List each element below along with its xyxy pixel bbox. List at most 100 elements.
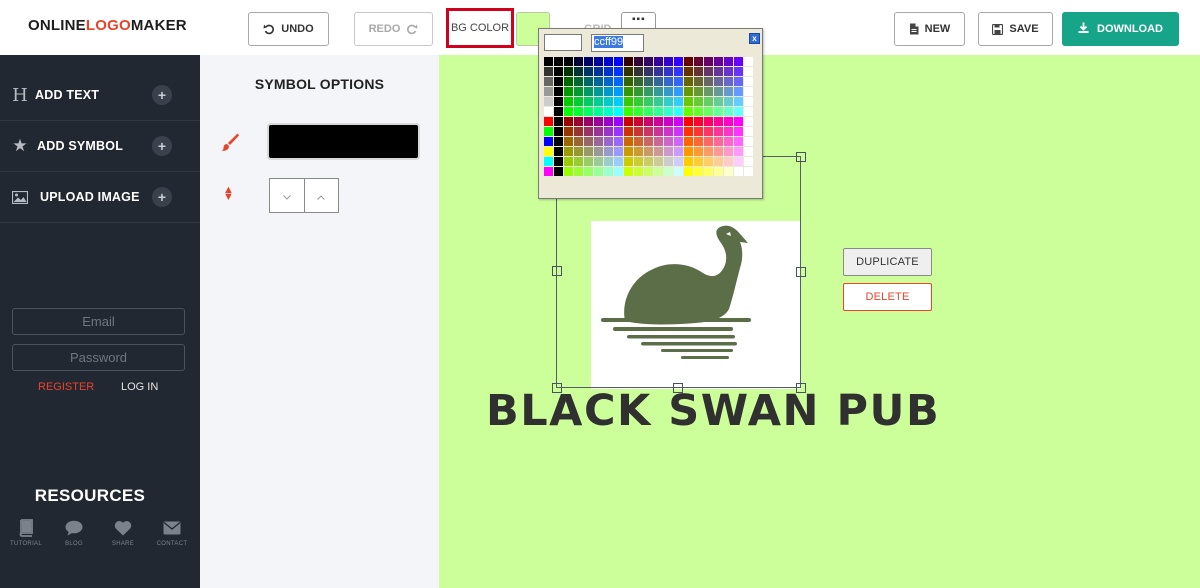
palette-swatch[interactable]: [714, 107, 724, 117]
palette-swatch[interactable]: [564, 167, 574, 177]
palette-swatch[interactable]: [584, 97, 594, 107]
plus-icon[interactable]: +: [152, 136, 172, 156]
palette-swatch[interactable]: [694, 147, 704, 157]
palette-swatch[interactable]: [704, 117, 714, 127]
palette-swatch[interactable]: [624, 67, 634, 77]
palette-swatch[interactable]: [584, 167, 594, 177]
palette-swatch[interactable]: [724, 57, 734, 67]
palette-swatch[interactable]: [664, 77, 674, 87]
palette-swatch[interactable]: [704, 147, 714, 157]
sidebar-item-add-text[interactable]: H ADD TEXT +: [0, 70, 200, 121]
palette-swatch[interactable]: [664, 57, 674, 67]
palette-swatch[interactable]: [704, 97, 714, 107]
palette-swatch[interactable]: [564, 147, 574, 157]
palette-swatch[interactable]: [554, 137, 564, 147]
download-button[interactable]: DOWNLOAD: [1062, 12, 1179, 46]
palette-swatch[interactable]: [704, 87, 714, 97]
palette-swatch[interactable]: [644, 147, 654, 157]
palette-swatch[interactable]: [704, 107, 714, 117]
palette-swatch[interactable]: [544, 97, 554, 107]
palette-swatch[interactable]: [684, 57, 694, 67]
palette-swatch[interactable]: [714, 137, 724, 147]
duplicate-button[interactable]: DUPLICATE: [843, 248, 932, 276]
palette-swatch[interactable]: [644, 97, 654, 107]
palette-swatch[interactable]: [554, 117, 564, 127]
palette-swatch[interactable]: [684, 117, 694, 127]
palette-swatch[interactable]: [604, 87, 614, 97]
new-button[interactable]: NEW: [894, 12, 965, 46]
close-icon[interactable]: x: [749, 33, 760, 44]
resize-handle-left[interactable]: [552, 266, 562, 276]
palette-swatch[interactable]: [734, 157, 744, 167]
palette-swatch[interactable]: [604, 117, 614, 127]
palette-swatch[interactable]: [674, 147, 684, 157]
palette-swatch[interactable]: [644, 57, 654, 67]
palette-swatch[interactable]: [544, 117, 554, 127]
palette-swatch[interactable]: [574, 127, 584, 137]
palette-swatch[interactable]: [554, 97, 564, 107]
palette-swatch[interactable]: [614, 67, 624, 77]
resource-tutorial[interactable]: TUTORIAL: [4, 517, 48, 547]
palette-swatch[interactable]: [654, 67, 664, 77]
palette-swatch[interactable]: [674, 167, 684, 177]
palette-swatch[interactable]: [584, 67, 594, 77]
palette-swatch[interactable]: [644, 137, 654, 147]
palette-swatch[interactable]: [604, 77, 614, 87]
palette-swatch[interactable]: [554, 67, 564, 77]
palette-swatch[interactable]: [604, 157, 614, 167]
password-input[interactable]: [12, 344, 185, 371]
palette-swatch[interactable]: [574, 87, 584, 97]
palette-swatch[interactable]: [684, 127, 694, 137]
palette-swatch[interactable]: [724, 87, 734, 97]
palette-swatch[interactable]: [554, 87, 564, 97]
palette-swatch[interactable]: [614, 87, 624, 97]
palette-swatch[interactable]: [614, 97, 624, 107]
palette-swatch[interactable]: [674, 137, 684, 147]
palette-swatch[interactable]: [694, 87, 704, 97]
palette-swatch[interactable]: [644, 167, 654, 177]
palette-swatch[interactable]: [614, 147, 624, 157]
palette-swatch[interactable]: [664, 167, 674, 177]
palette-swatch[interactable]: [734, 127, 744, 137]
palette-swatch[interactable]: [544, 87, 554, 97]
palette-swatch[interactable]: [684, 107, 694, 117]
palette-swatch[interactable]: [724, 117, 734, 127]
palette-swatch[interactable]: [724, 77, 734, 87]
palette-swatch[interactable]: [624, 137, 634, 147]
palette-swatch[interactable]: [644, 127, 654, 137]
palette-swatch[interactable]: [724, 137, 734, 147]
palette-swatch[interactable]: [584, 117, 594, 127]
palette-swatch[interactable]: [744, 127, 754, 137]
palette-swatch[interactable]: [674, 107, 684, 117]
palette-swatch[interactable]: [594, 127, 604, 137]
palette-swatch[interactable]: [634, 97, 644, 107]
palette-swatch[interactable]: [624, 77, 634, 87]
palette-swatch[interactable]: [554, 157, 564, 167]
palette-swatch[interactable]: [624, 57, 634, 67]
palette-swatch[interactable]: [634, 67, 644, 77]
palette-swatch[interactable]: [744, 137, 754, 147]
palette-swatch[interactable]: [554, 57, 564, 67]
palette-swatch[interactable]: [724, 157, 734, 167]
palette-swatch[interactable]: [654, 107, 664, 117]
palette-swatch[interactable]: [664, 97, 674, 107]
plus-icon[interactable]: +: [152, 85, 172, 105]
palette-swatch[interactable]: [664, 137, 674, 147]
palette-swatch[interactable]: [744, 167, 754, 177]
palette-swatch[interactable]: [634, 87, 644, 97]
palette-swatch[interactable]: [674, 117, 684, 127]
palette-swatch[interactable]: [674, 77, 684, 87]
palette-swatch[interactable]: [644, 87, 654, 97]
palette-swatch[interactable]: [584, 107, 594, 117]
palette-swatch[interactable]: [674, 97, 684, 107]
palette-swatch[interactable]: [724, 97, 734, 107]
email-input[interactable]: [12, 308, 185, 335]
palette-swatch[interactable]: [604, 137, 614, 147]
palette-swatch[interactable]: [584, 137, 594, 147]
palette-swatch[interactable]: [694, 67, 704, 77]
undo-button[interactable]: UNDO: [248, 12, 329, 46]
palette-swatch[interactable]: [734, 57, 744, 67]
palette-swatch[interactable]: [704, 137, 714, 147]
palette-swatch[interactable]: [694, 117, 704, 127]
palette-swatch[interactable]: [614, 57, 624, 67]
